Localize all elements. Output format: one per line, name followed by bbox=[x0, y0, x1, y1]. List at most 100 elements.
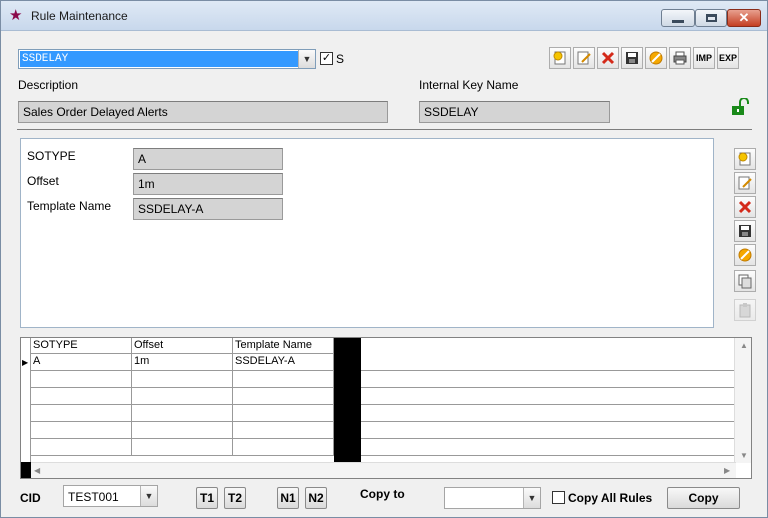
save-button[interactable] bbox=[621, 47, 643, 69]
edit-icon bbox=[577, 51, 591, 65]
empty-grid-cell bbox=[132, 371, 233, 388]
internal-key-field[interactable]: SSDELAY bbox=[419, 101, 610, 123]
empty-grid-cell bbox=[233, 371, 334, 388]
sotype-field[interactable]: A bbox=[133, 148, 283, 170]
table-cell[interactable]: SSDELAY-A bbox=[233, 354, 334, 371]
printer-icon bbox=[673, 51, 687, 65]
copy-all-label: Copy All Rules bbox=[568, 491, 653, 505]
offset-field[interactable]: 1m bbox=[133, 173, 283, 195]
maximize-icon bbox=[705, 14, 717, 22]
description-label: Description bbox=[18, 78, 79, 92]
copy-button[interactable]: Copy bbox=[667, 487, 740, 509]
detail-label-template: Template Name bbox=[27, 199, 112, 213]
delete-button[interactable] bbox=[597, 47, 619, 69]
empty-grid-cell bbox=[132, 405, 233, 422]
chevron-down-icon[interactable]: ▼ bbox=[298, 50, 315, 68]
grid-corner bbox=[21, 462, 31, 478]
side-edit-button[interactable] bbox=[734, 172, 756, 194]
vertical-scrollbar[interactable]: ▲ ▼ bbox=[734, 338, 751, 463]
new-icon bbox=[553, 51, 566, 65]
internal-key-label: Internal Key Name bbox=[419, 78, 519, 92]
print-button[interactable] bbox=[669, 47, 691, 69]
side-delete-button[interactable] bbox=[734, 196, 756, 218]
import-button[interactable]: IMP bbox=[693, 47, 715, 69]
chevron-down-icon[interactable]: ▼ bbox=[140, 486, 157, 506]
column-header[interactable]: SOTYPE bbox=[31, 338, 132, 354]
cancel-icon bbox=[649, 51, 663, 65]
empty-grid-cell bbox=[31, 388, 132, 405]
t1-button[interactable]: T1 bbox=[196, 487, 218, 509]
scroll-right-icon[interactable]: ▶ bbox=[724, 466, 730, 475]
empty-grid-cell bbox=[233, 422, 334, 439]
empty-grid-cell bbox=[233, 388, 334, 405]
blank-column bbox=[334, 338, 361, 463]
empty-grid-cell bbox=[361, 371, 736, 388]
scroll-up-icon[interactable]: ▲ bbox=[740, 341, 748, 350]
minimize-icon bbox=[672, 19, 684, 23]
unlock-button[interactable] bbox=[729, 96, 751, 118]
table-cell[interactable]: 1m bbox=[132, 354, 233, 371]
empty-grid-cell bbox=[361, 439, 736, 456]
delete-icon bbox=[738, 200, 752, 214]
close-button[interactable]: ✕ bbox=[727, 9, 761, 27]
empty-grid-cell bbox=[31, 439, 132, 456]
detail-label-sotype: SOTYPE bbox=[27, 149, 76, 163]
edit-button[interactable] bbox=[573, 47, 595, 69]
side-copy-button[interactable] bbox=[734, 270, 756, 292]
new-button[interactable] bbox=[549, 47, 571, 69]
rules-grid[interactable]: SOTYPE Offset Template Name ▶ A 1m SSDEL… bbox=[20, 337, 752, 479]
n1-button[interactable]: N1 bbox=[277, 487, 299, 509]
side-new-button[interactable] bbox=[734, 148, 756, 170]
export-button[interactable]: EXP bbox=[717, 47, 739, 69]
unlock-icon bbox=[732, 98, 749, 115]
cancel-button[interactable] bbox=[645, 47, 667, 69]
rule-select-value: SSDELAY bbox=[20, 51, 299, 67]
s-checkbox[interactable]: ✓ bbox=[320, 52, 333, 65]
maximize-button[interactable] bbox=[695, 9, 727, 27]
scroll-left-icon[interactable]: ◀ bbox=[34, 466, 40, 475]
edit-icon bbox=[738, 176, 752, 190]
detail-panel: SOTYPE A Offset 1m Template Name SSDELAY… bbox=[20, 138, 714, 328]
copy-icon bbox=[738, 274, 752, 289]
rule-maintenance-window: ★ Rule Maintenance ✕ SSDELAY ▼ ✓ S IMP E… bbox=[0, 0, 768, 518]
empty-grid-cell bbox=[233, 405, 334, 422]
t2-button[interactable]: T2 bbox=[224, 487, 246, 509]
side-cancel-button[interactable] bbox=[734, 244, 756, 266]
cancel-icon bbox=[738, 248, 752, 262]
minimize-button[interactable] bbox=[661, 9, 695, 27]
empty-grid-cell bbox=[132, 439, 233, 456]
side-paste-button[interactable] bbox=[734, 299, 756, 321]
copy-all-checkbox[interactable] bbox=[552, 491, 565, 504]
new-icon bbox=[738, 152, 751, 166]
scroll-down-icon[interactable]: ▼ bbox=[740, 451, 748, 460]
paste-icon bbox=[739, 303, 751, 318]
row-header bbox=[21, 338, 31, 463]
copy-to-select[interactable]: ▼ bbox=[444, 487, 541, 509]
empty-grid-cell bbox=[132, 388, 233, 405]
title-bar: ★ Rule Maintenance ✕ bbox=[1, 1, 767, 31]
horizontal-scrollbar[interactable]: ◀ ▶ bbox=[31, 462, 736, 478]
template-name-field[interactable]: SSDELAY-A bbox=[133, 198, 283, 220]
chevron-down-icon[interactable]: ▼ bbox=[523, 488, 540, 508]
empty-grid-cell bbox=[361, 388, 736, 405]
save-icon bbox=[626, 52, 638, 64]
save-icon bbox=[739, 225, 751, 237]
n2-button[interactable]: N2 bbox=[305, 487, 327, 509]
copy-to-label: Copy to bbox=[360, 487, 405, 501]
table-row-filler bbox=[361, 354, 736, 371]
empty-grid-cell bbox=[132, 422, 233, 439]
rule-select[interactable]: SSDELAY ▼ bbox=[18, 49, 316, 69]
table-cell[interactable]: A bbox=[31, 354, 132, 371]
empty-grid-cell bbox=[233, 439, 334, 456]
window-title: Rule Maintenance bbox=[31, 9, 128, 23]
side-save-button[interactable] bbox=[734, 220, 756, 242]
separator bbox=[17, 129, 752, 130]
cid-label: CID bbox=[20, 491, 41, 505]
current-row-icon: ▶ bbox=[22, 358, 29, 367]
cid-select[interactable]: TEST001 ▼ bbox=[63, 485, 158, 507]
empty-grid-cell bbox=[361, 405, 736, 422]
column-header[interactable]: Template Name bbox=[233, 338, 334, 354]
description-field[interactable]: Sales Order Delayed Alerts bbox=[18, 101, 388, 123]
cid-value: TEST001 bbox=[68, 490, 119, 504]
column-header[interactable]: Offset bbox=[132, 338, 233, 354]
